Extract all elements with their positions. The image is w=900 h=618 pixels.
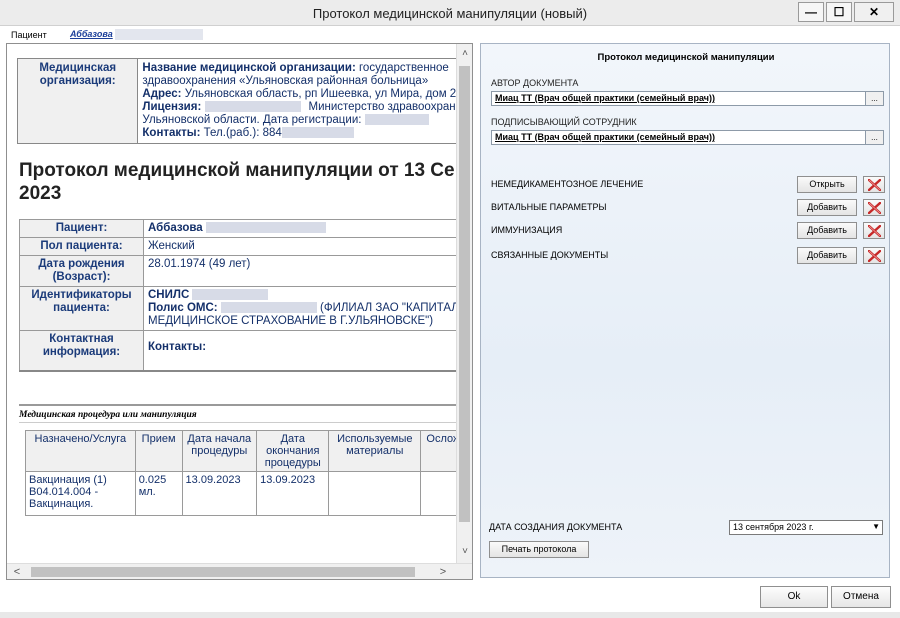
section-label: Медицинская процедура или манипуляция [19, 404, 457, 423]
document-title: Протокол медицинской манипуляции от 13 С… [19, 160, 455, 204]
ok-button[interactable]: Ok [760, 586, 828, 608]
scroll-down-icon[interactable]: ˅ [457, 544, 472, 560]
document-content: Медицинская организация: Название медици… [7, 44, 457, 564]
horizontal-scrollbar[interactable]: < > [7, 563, 472, 579]
section-row-immunization: ИММУНИЗАЦИЯ Добавить [491, 222, 885, 240]
creation-date-label: ДАТА СОЗДАНИЯ ДОКУМЕНТА [489, 522, 623, 532]
author-label: АВТОР ДОКУМЕНТА [491, 78, 579, 88]
vertical-scrollbar[interactable]: ˄ ˅ [456, 44, 472, 564]
add-related-doc-button[interactable]: Добавить [797, 247, 857, 264]
close-icon[interactable]: ✕ [854, 2, 894, 22]
delete-icon[interactable] [863, 247, 885, 264]
delete-icon[interactable] [863, 176, 885, 193]
dropdown-arrow-icon[interactable]: ▼ [872, 522, 880, 531]
delete-icon[interactable] [863, 199, 885, 216]
protocol-panel: Протокол медицинской манипуляции АВТОР Д… [480, 43, 890, 578]
window-title: Протокол медицинской манипуляции (новый) [312, 6, 588, 21]
signer-select-button[interactable]: ... [865, 131, 883, 144]
org-header: Медицинская организация: [17, 58, 139, 144]
open-nonmedical-button[interactable]: Открыть [797, 176, 857, 193]
author-field[interactable]: Миац ТТ (Врач общей практики (семейный в… [491, 91, 884, 106]
section-row-nonmedical: НЕМЕДИКАМЕНТОЗНОЕ ЛЕЧЕНИЕ Открыть [491, 176, 885, 194]
org-table: Медицинская организация: Название медици… [17, 58, 457, 144]
patient-label: Пациент [11, 30, 47, 40]
org-details: Название медицинской организации: госуда… [142, 62, 457, 139]
creation-date-select[interactable]: 13 сентября 2023 г. ▼ [729, 520, 883, 535]
add-immunization-button[interactable]: Добавить [797, 222, 857, 239]
signer-label: ПОДПИСЫВАЮЩИЙ СОТРУДНИК [491, 117, 637, 127]
print-protocol-button[interactable]: Печать протокола [489, 541, 589, 558]
cancel-button[interactable]: Отмена [831, 586, 891, 608]
window-titlebar: Протокол медицинской манипуляции (новый)… [0, 0, 900, 26]
author-select-button[interactable]: ... [865, 92, 883, 105]
horizontal-scroll-thumb[interactable] [31, 567, 415, 577]
scroll-right-icon[interactable]: > [435, 564, 451, 579]
scroll-up-icon[interactable]: ˄ [457, 46, 472, 62]
section-row-vitals: ВИТАЛЬНЫЕ ПАРАМЕТРЫ Добавить [491, 199, 885, 217]
vertical-scroll-thumb[interactable] [459, 66, 470, 522]
table-row: Вакцинация (1) B04.014.004 - Вакцинация.… [25, 471, 457, 516]
patient-name-link[interactable]: Аббазова [70, 29, 203, 41]
signer-field[interactable]: Миац ТТ (Врач общей практики (семейный в… [491, 130, 884, 145]
panel-title: Протокол медицинской манипуляции [597, 52, 775, 63]
patient-table: Пациент: Аббазова Пол пациента: Женский … [19, 219, 457, 372]
minimize-icon[interactable]: — [798, 2, 824, 22]
scroll-left-icon[interactable]: < [9, 564, 25, 579]
procedure-table: Назначено/Услуга Прием Дата начала проце… [25, 430, 457, 516]
section-row-related-docs: СВЯЗАННЫЕ ДОКУМЕНТЫ Добавить [491, 247, 885, 265]
bottom-strip [0, 612, 900, 618]
document-viewer[interactable]: Медицинская организация: Название медици… [6, 43, 473, 580]
delete-icon[interactable] [863, 222, 885, 239]
add-vitals-button[interactable]: Добавить [797, 199, 857, 216]
maximize-icon[interactable]: ☐ [826, 2, 852, 22]
